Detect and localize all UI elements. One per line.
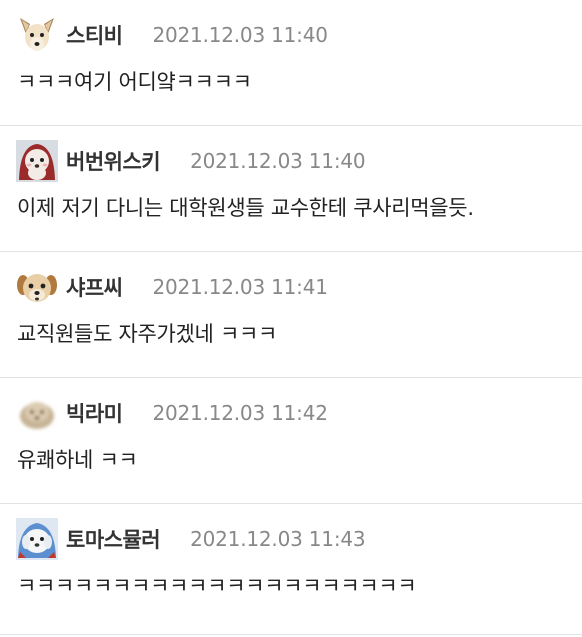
author-name[interactable]: 버번위스키	[66, 146, 161, 176]
comment-text: ㅋㅋㅋ여기 어디얔ㅋㅋㅋㅋ	[17, 70, 252, 94]
comment-date: 2021.12.03 11:40	[152, 23, 328, 47]
red-hood-character-icon[interactable]	[16, 140, 58, 182]
comment-header: 버번위스키 2021.12.03 11:40	[16, 140, 366, 182]
comment-header: 토마스뮬러 2021.12.03 11:43	[16, 518, 366, 560]
author-name[interactable]: 스티비	[66, 20, 123, 50]
comment-date: 2021.12.03 11:43	[190, 527, 366, 551]
comment-header: 빅라미 2021.12.03 11:42	[16, 392, 328, 434]
comment-date: 2021.12.03 11:42	[152, 401, 328, 425]
comment-text: 유쾌하네 ㅋㅋ	[17, 448, 138, 472]
comment-header: 샤프씨 2021.12.03 11:41	[16, 266, 328, 308]
comment-date: 2021.12.03 11:41	[152, 275, 328, 299]
blurry-dog-icon[interactable]	[16, 392, 58, 434]
dog-face-icon[interactable]	[16, 14, 58, 56]
author-name[interactable]: 샤프씨	[66, 272, 123, 302]
comment-item: 샤프씨 2021.12.03 11:41 교직원들도 자주가겠네 ㅋㅋㅋ	[0, 252, 582, 378]
comment-text: 이제 저기 다니는 대학원생들 교수한테 쿠사리먹을듯.	[17, 196, 474, 220]
comment-list: 스티비 2021.12.03 11:40 ㅋㅋㅋ여기 어디얔ㅋㅋㅋㅋ 버번위스키…	[0, 0, 582, 635]
comment-item: 빅라미 2021.12.03 11:42 유쾌하네 ㅋㅋ	[0, 378, 582, 504]
author-name[interactable]: 빅라미	[66, 398, 123, 428]
comment-item: 버번위스키 2021.12.03 11:40 이제 저기 다니는 대학원생들 교…	[0, 126, 582, 252]
comment-item: 스티비 2021.12.03 11:40 ㅋㅋㅋ여기 어디얔ㅋㅋㅋㅋ	[0, 0, 582, 126]
comment-text: 교직원들도 자주가겠네 ㅋㅋㅋ	[17, 322, 278, 346]
puppy-face-icon[interactable]	[16, 266, 58, 308]
comment-header: 스티비 2021.12.03 11:40	[16, 14, 328, 56]
comment-text: ㅋㅋㅋㅋㅋㅋㅋㅋㅋㅋㅋㅋㅋㅋㅋㅋㅋㅋㅋㅋㅋ	[17, 574, 417, 598]
comment-date: 2021.12.03 11:40	[190, 149, 366, 173]
white-dog-blue-hood-icon[interactable]	[16, 518, 58, 560]
comment-item: 토마스뮬러 2021.12.03 11:43 ㅋㅋㅋㅋㅋㅋㅋㅋㅋㅋㅋㅋㅋㅋㅋㅋㅋ…	[0, 504, 582, 635]
author-name[interactable]: 토마스뮬러	[66, 524, 161, 554]
